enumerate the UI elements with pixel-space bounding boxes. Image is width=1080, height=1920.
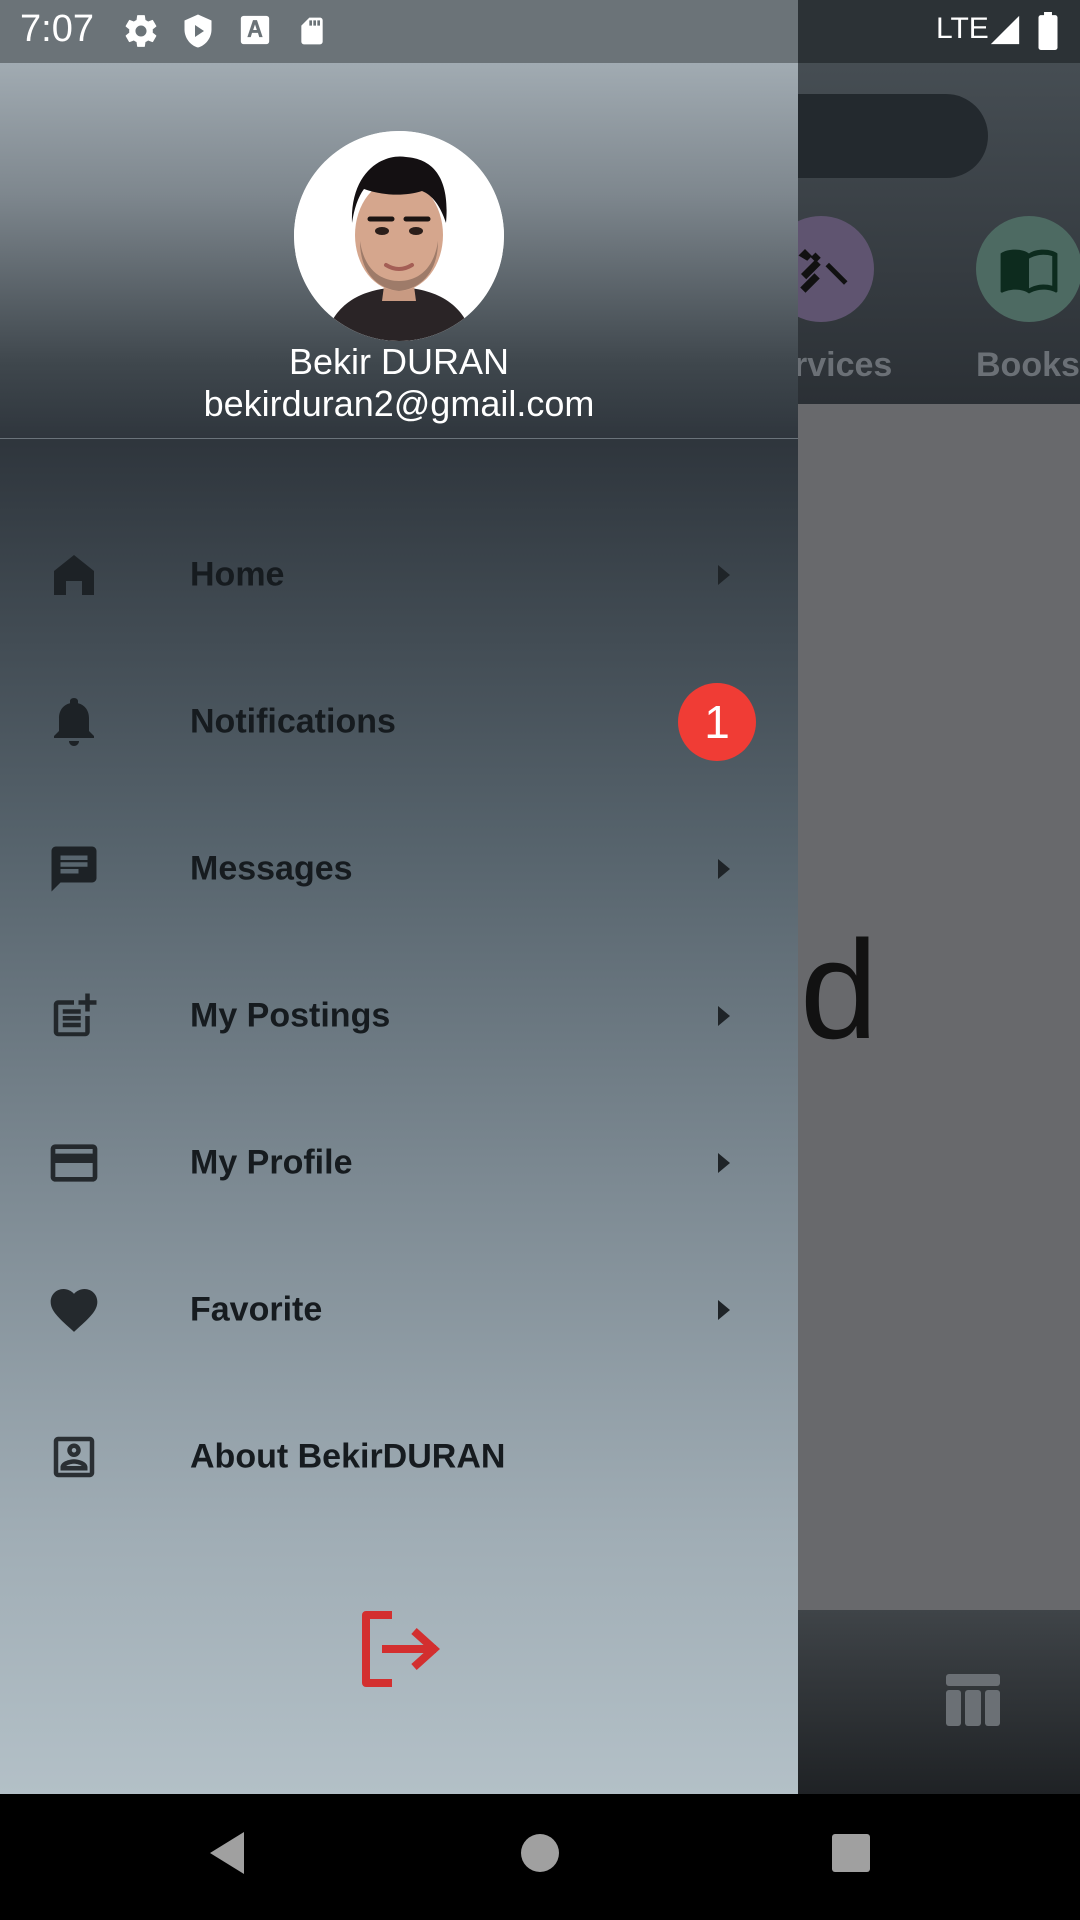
heart-icon xyxy=(44,1280,104,1340)
menu-item-label: My Profile xyxy=(190,1143,353,1181)
menu-item-label: My Postings xyxy=(190,996,391,1034)
books-category-button xyxy=(976,216,1080,322)
system-navigation-bar xyxy=(0,1794,1080,1920)
navigation-drawer: Bekir DURAN bekirduran2@gmail.com Home N… xyxy=(0,63,798,1794)
menu-item-home[interactable]: Home xyxy=(0,501,798,648)
logout-button[interactable] xyxy=(356,1609,440,1689)
chevron-right-icon xyxy=(718,1299,730,1320)
menu-item-label: Home xyxy=(190,555,285,593)
user-name: Bekir DURAN xyxy=(288,341,510,382)
notification-count-badge: 1 xyxy=(678,682,756,761)
books-category-label: Books xyxy=(976,346,1080,384)
menu-item-label: Favorite xyxy=(190,1290,323,1328)
network-type: LTE xyxy=(936,12,989,45)
avatar[interactable] xyxy=(294,131,504,341)
sd-card-icon xyxy=(301,17,323,45)
menu-item-messages[interactable]: Messages xyxy=(0,795,798,942)
back-icon[interactable] xyxy=(206,1828,246,1878)
battery-icon xyxy=(1038,12,1058,50)
post-add-icon xyxy=(44,986,104,1046)
signal-icon xyxy=(990,15,1020,45)
status-bar: 7:07 LTE xyxy=(0,0,1080,63)
home-icon xyxy=(44,545,104,605)
logout-icon xyxy=(362,1611,440,1687)
menu-item-label: Notifications xyxy=(190,702,396,740)
recents-icon[interactable] xyxy=(830,1828,872,1878)
chevron-right-icon xyxy=(718,564,730,585)
book-icon xyxy=(1000,249,1058,294)
menu-item-label: About BekirDURAN xyxy=(190,1437,506,1475)
table-icon xyxy=(946,1674,1000,1726)
menu-item-my-profile[interactable]: My Profile xyxy=(0,1089,798,1236)
chevron-right-icon xyxy=(718,858,730,879)
profile-photo xyxy=(294,131,504,341)
services-category-label: rvices xyxy=(794,346,893,384)
chevron-right-icon xyxy=(718,1152,730,1173)
bell-icon xyxy=(44,692,104,752)
menu-item-about[interactable]: About BekirDURAN xyxy=(0,1383,798,1530)
card-icon xyxy=(44,1133,104,1193)
drawer-header: Bekir DURAN bekirduran2@gmail.com xyxy=(0,63,798,439)
user-email: bekirduran2@gmail.com xyxy=(203,383,595,424)
chevron-right-icon xyxy=(718,1005,730,1026)
text-a-icon xyxy=(240,15,270,45)
gear-icon xyxy=(125,15,157,47)
tools-icon xyxy=(798,249,848,293)
menu-item-label: Messages xyxy=(190,849,353,887)
home-circle-icon[interactable] xyxy=(520,1828,560,1878)
background-content-text: d xyxy=(800,911,878,1068)
message-icon xyxy=(44,839,104,899)
menu-item-favorite[interactable]: Favorite xyxy=(0,1236,798,1383)
menu-item-notifications[interactable]: Notifications 1 xyxy=(0,648,798,795)
shield-play-icon xyxy=(184,14,212,48)
menu-item-my-postings[interactable]: My Postings xyxy=(0,942,798,1089)
contact-icon xyxy=(44,1427,104,1487)
status-time: 7:07 xyxy=(20,8,94,50)
